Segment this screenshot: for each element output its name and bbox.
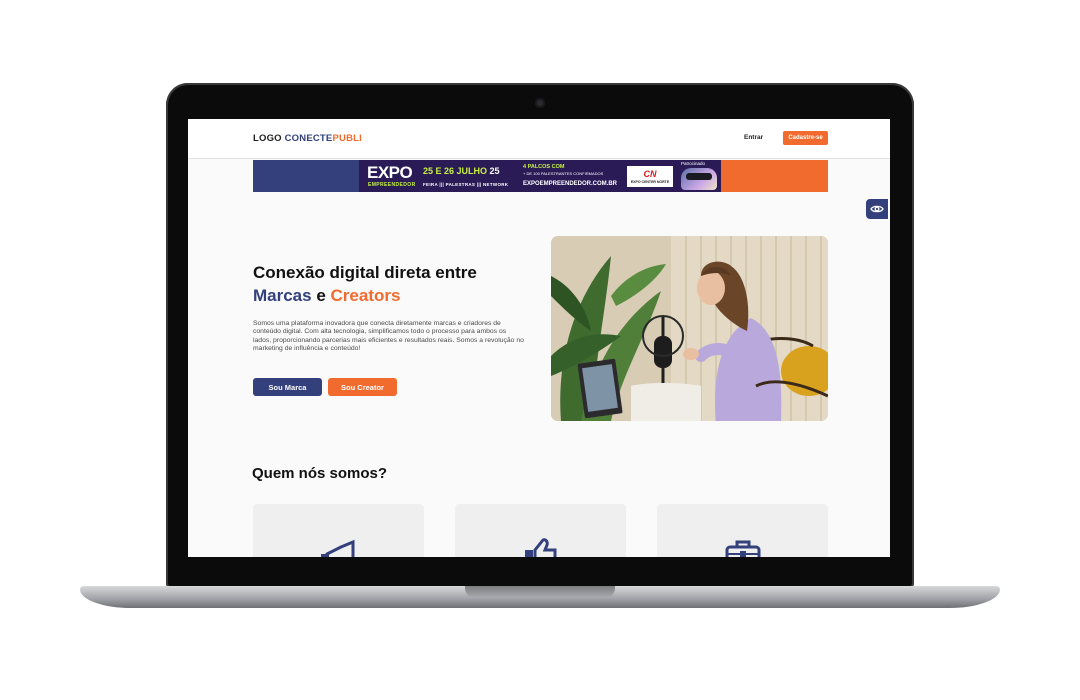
logo-text-publi: PUBLI [332,133,362,144]
hero-title-line1: Conexão digital direta entre [253,263,477,282]
banner-year: 25 [489,166,500,176]
accessibility-button[interactable] [866,199,888,219]
partner-name: EXPO CENTER NORTE [630,179,670,184]
podcaster-illustration [551,236,828,421]
megaphone-icon [321,539,355,557]
laptop-mockup: LOGO CONECTEPUBLI Entrar Cadastre-se EXP… [0,0,1080,700]
logo-text-conecte: CONECTE [284,133,333,144]
about-section-title: Quem nós somos? [252,465,388,482]
hero-title-and: e [311,286,331,305]
eye-icon [870,205,884,213]
about-card-creators [455,504,626,557]
vr-goggles [686,173,712,180]
about-card-brands [253,504,424,557]
banner-stages-sub: + DE 100 PALESTRANTES CONFIRMADOS [523,171,604,176]
banner-stages: 4 PALCOS COM [523,164,565,170]
hero-description: Somos uma plataforma inovadora que conec… [253,320,524,353]
hero-title-brands: Marcas [253,286,312,305]
site-logo[interactable]: LOGO CONECTEPUBLI [253,133,362,144]
banner-sponsored-label: Patrocinado [681,161,706,166]
partner-mark: CN [643,168,657,179]
banner-content: EXPO EMPREENDEDOR 25 E 26 JULHO 25 FEIRA… [359,160,721,192]
hero-podcast-photo [551,236,828,421]
banner-partner-logo: CN EXPO CENTER NORTE [627,166,673,187]
signup-button[interactable]: Cadastre-se [783,131,828,145]
ad-banner[interactable]: EXPO EMPREENDEDOR 25 E 26 JULHO 25 FEIRA… [253,160,828,192]
banner-brand: EXPO [367,163,413,182]
camera [535,98,545,108]
banner-dates-text: 25 E 26 JULHO [423,166,488,176]
screen: LOGO CONECTEPUBLI Entrar Cadastre-se EXP… [188,119,890,557]
brand-signup-button[interactable]: Sou Marca [253,378,322,396]
banner-left-panel [253,160,359,192]
banner-brand-sub: EMPREENDEDOR [368,182,416,188]
thumbs-up-icon [525,538,557,557]
creator-signup-button[interactable]: Sou Creator [328,378,397,396]
hero-title: Conexão digital direta entre Marcas e Cr… [253,261,553,307]
banner-site: EXPOEMPREENDEDOR.COM.BR [523,181,618,187]
logo-text-prefix: LOGO [253,133,285,144]
laptop-notch [465,586,615,598]
login-button[interactable]: Entrar [744,134,763,141]
about-card-business [657,504,828,557]
top-navbar: LOGO CONECTEPUBLI Entrar Cadastre-se [188,119,890,159]
banner-dates-sub: FEIRA ||| PALESTRAS ||| NETWORK [423,182,509,187]
banner-dates: 25 E 26 JULHO 25 [423,166,500,176]
hero-title-creators: Creators [330,286,401,305]
briefcase-icon [725,540,761,557]
